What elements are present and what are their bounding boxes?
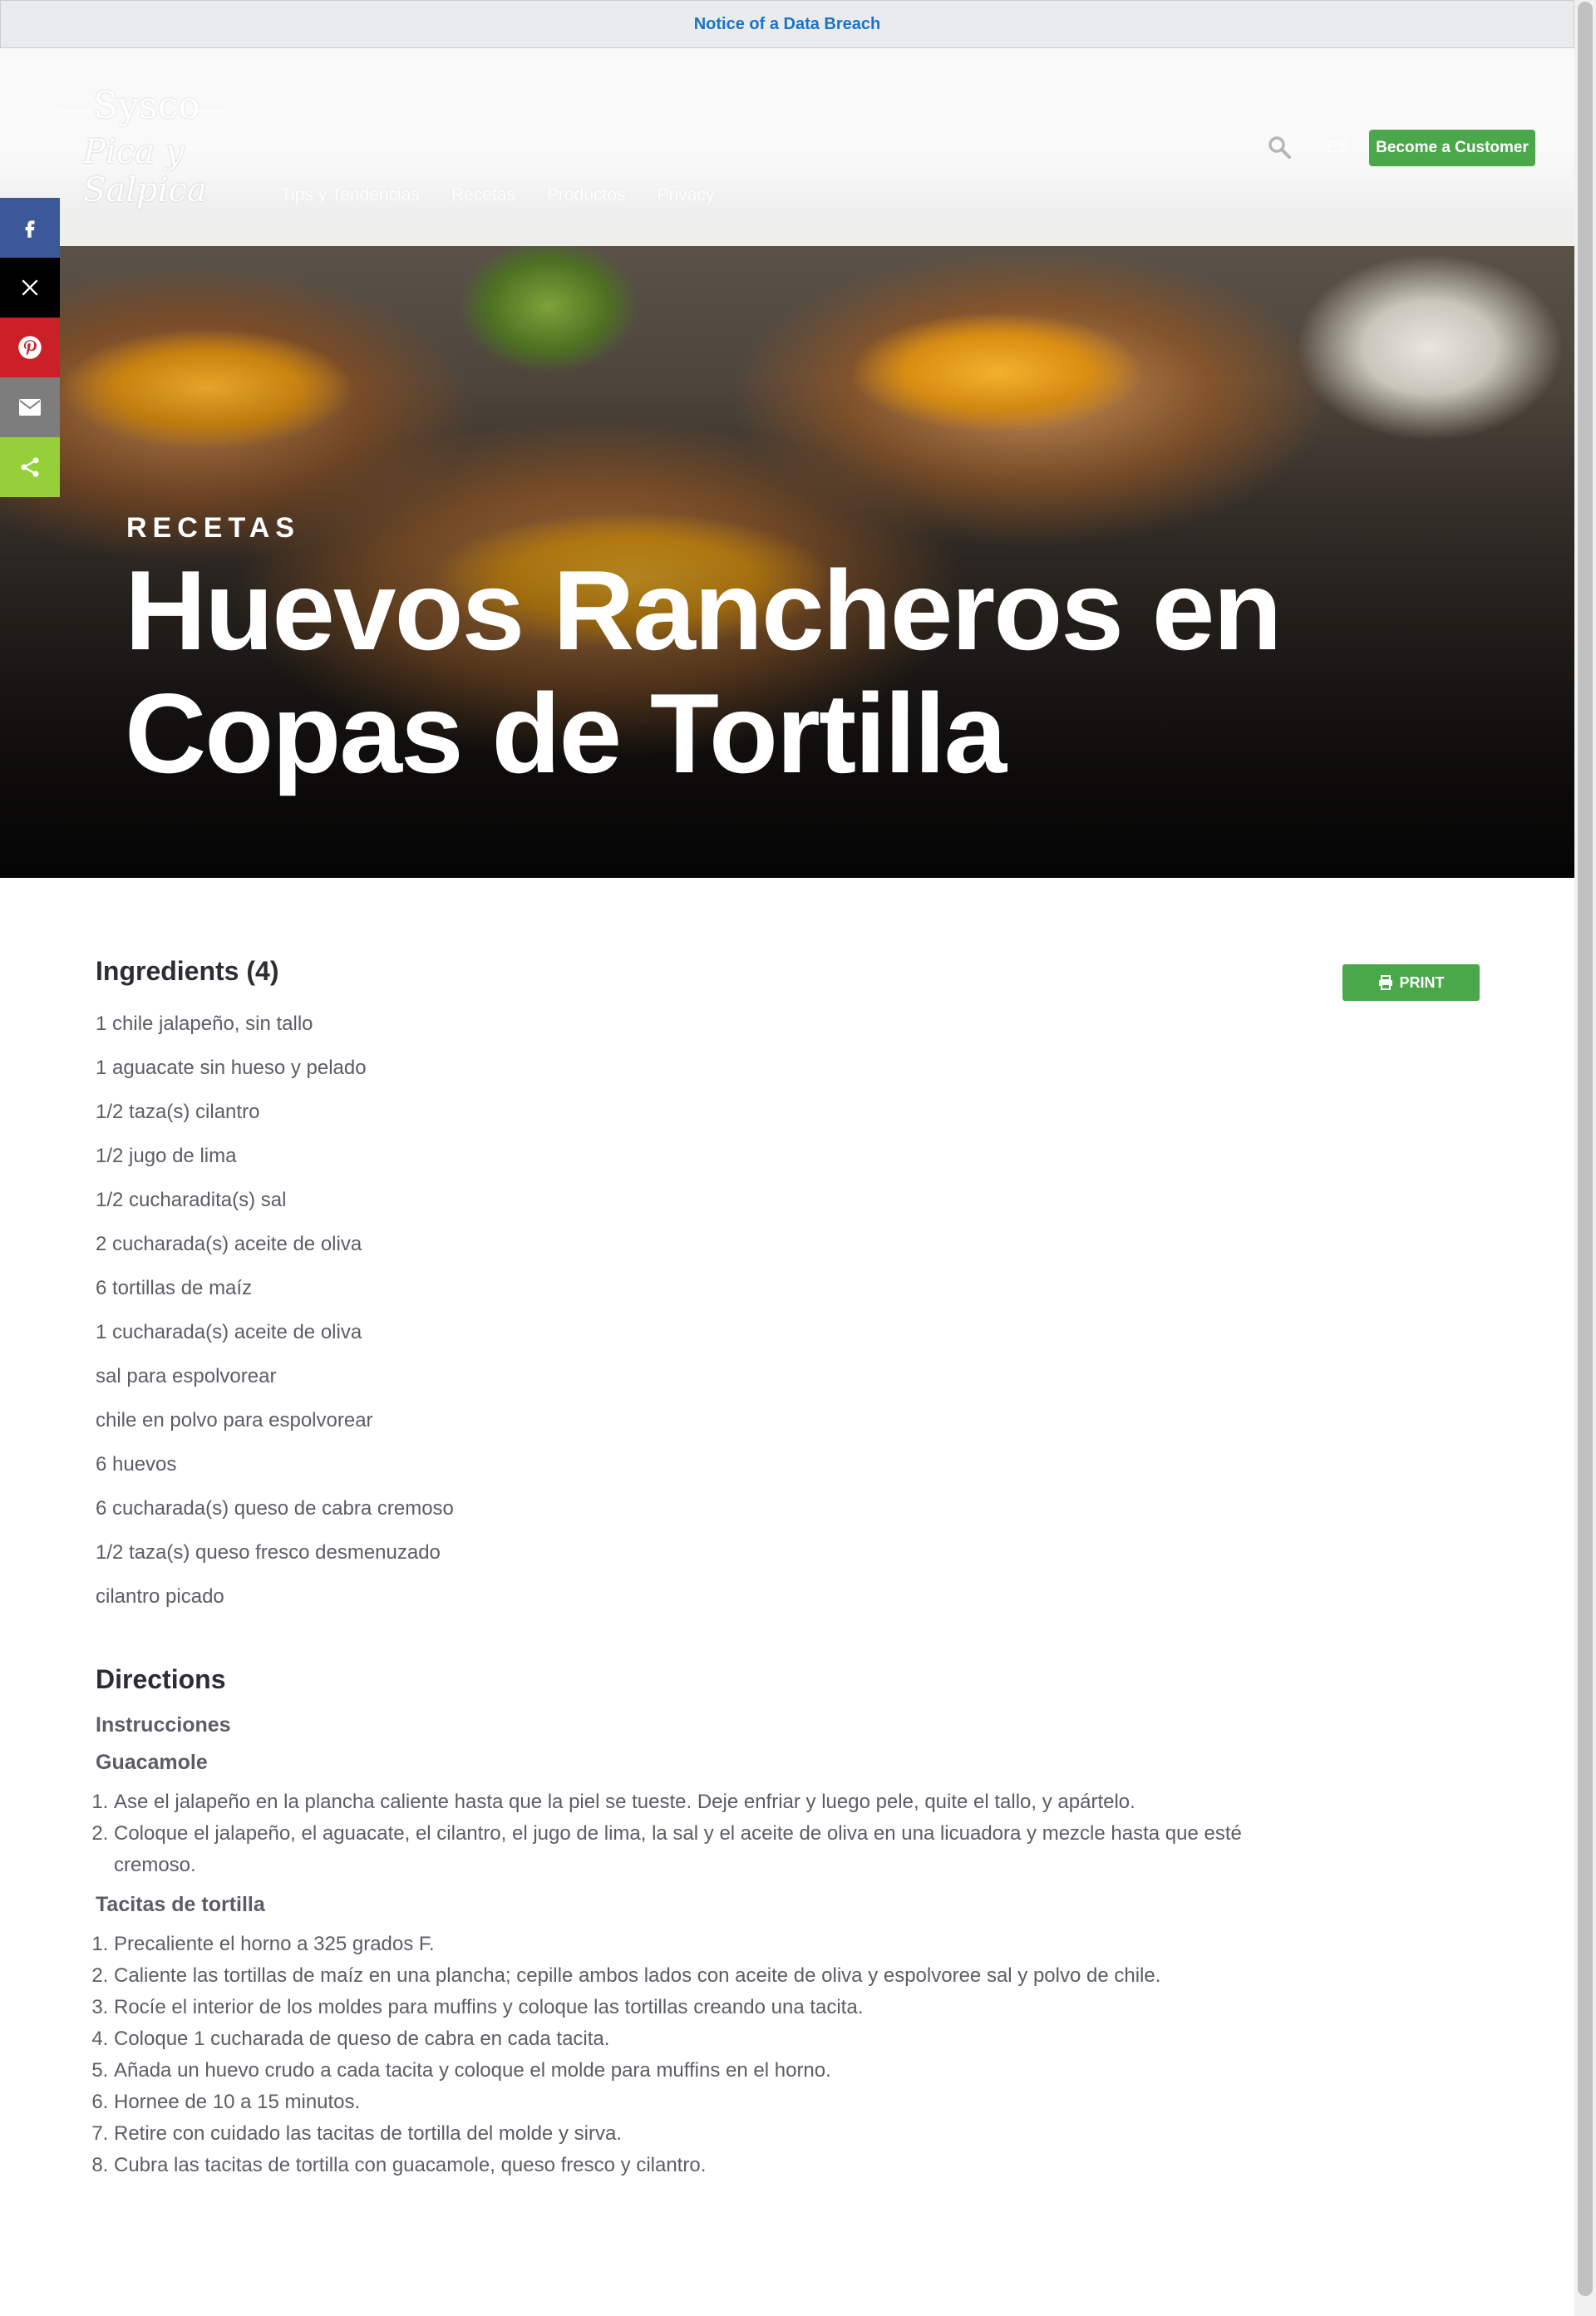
language-selector[interactable]: ES bbox=[1327, 138, 1349, 157]
ingredient-item: 6 huevos bbox=[96, 1453, 177, 1476]
direction-step: Caliente las tortillas de maíz en una pl… bbox=[114, 1960, 1276, 1992]
facebook-icon bbox=[25, 220, 35, 238]
nav-item-tips[interactable]: Tips y Tendencias bbox=[281, 185, 420, 205]
direction-step: Hornee de 10 a 15 minutos. bbox=[114, 2087, 1276, 2118]
guacamole-steps: Ase el jalapeño en la plancha caliente h… bbox=[96, 1786, 1276, 1881]
directions-heading: Directions bbox=[96, 1664, 226, 1694]
email-icon bbox=[19, 399, 41, 416]
data-breach-notice-link[interactable]: Notice of a Data Breach bbox=[694, 15, 881, 34]
page-scrollbar[interactable] bbox=[1574, 0, 1596, 2316]
logo-rule-left bbox=[58, 110, 91, 111]
pinterest-icon bbox=[18, 336, 42, 359]
direction-step: Cubra las tacitas de tortilla con guacam… bbox=[114, 2150, 1276, 2181]
hero-category: RECETAS bbox=[126, 512, 300, 544]
ingredient-item: 1/2 taza(s) cilantro bbox=[96, 1101, 260, 1123]
recipe-title: Huevos Rancheros en Copas de Tortilla bbox=[125, 547, 1282, 796]
ingredient-item: 2 cucharada(s) aceite de oliva bbox=[96, 1233, 362, 1255]
ingredient-item: sal para espolvorear bbox=[96, 1365, 277, 1387]
ingredient-item: 1 chile jalapeño, sin tallo bbox=[96, 1013, 313, 1035]
ingredient-item: 1 cucharada(s) aceite de oliva bbox=[96, 1321, 362, 1343]
x-share-button[interactable] bbox=[0, 258, 60, 318]
email-share-button[interactable] bbox=[0, 377, 60, 437]
ingredients-heading: Ingredients (4) bbox=[96, 956, 279, 986]
share-icon bbox=[21, 457, 39, 477]
direction-step: Precaliente el horno a 325 grados F. bbox=[114, 1929, 1276, 1960]
more-share-button[interactable] bbox=[0, 437, 60, 497]
ingredient-item: 1/2 jugo de lima bbox=[96, 1145, 237, 1167]
ingredient-item: 6 cucharada(s) queso de cabra cremoso bbox=[96, 1497, 454, 1520]
ingredient-item: cilantro picado bbox=[96, 1585, 224, 1608]
direction-step: Retire con cuidado las tacitas de tortil… bbox=[114, 2118, 1276, 2150]
social-share-bar bbox=[0, 198, 60, 497]
tacitas-steps: Precaliente el horno a 325 grados F. Cal… bbox=[96, 1929, 1276, 2181]
ingredient-item: chile en polvo para espolvorear bbox=[96, 1409, 373, 1431]
ingredient-item: 1/2 taza(s) queso fresco desmenuzado bbox=[96, 1541, 441, 1564]
pinterest-share-button[interactable] bbox=[0, 318, 60, 377]
nav-item-privacy[interactable]: Privacy bbox=[658, 185, 715, 205]
ingredient-item: 6 tortillas de maíz bbox=[96, 1277, 253, 1299]
direction-step: Rocíe el interior de los moldes para muf… bbox=[114, 1992, 1276, 2023]
direction-step: Añada un huevo crudo a cada tacita y col… bbox=[114, 2055, 1276, 2087]
facebook-share-button[interactable] bbox=[0, 198, 60, 258]
section-heading-tacitas: Tacitas de tortilla bbox=[96, 1893, 265, 1916]
direction-step: Coloque el jalapeño, el aguacate, el cil… bbox=[114, 1818, 1276, 1881]
ingredient-item: 1 aguacate sin hueso y pelado bbox=[96, 1057, 367, 1079]
directions-section: Directions Instrucciones Guacamole Ase e… bbox=[96, 1664, 1276, 2181]
search-icon[interactable] bbox=[1267, 135, 1292, 160]
logo-text-brand: Pica y Salpica bbox=[83, 133, 207, 209]
section-heading-guacamole: Guacamole bbox=[96, 1751, 208, 1774]
data-breach-notice-bar: Notice of a Data Breach bbox=[0, 0, 1574, 48]
main-nav: Tips y Tendencias Recetas Productos Priv… bbox=[281, 185, 714, 205]
x-icon bbox=[22, 279, 38, 296]
direction-step: Coloque 1 cucharada de queso de cabra en… bbox=[114, 2023, 1276, 2055]
logo-text-sysco: Sysco bbox=[93, 85, 200, 127]
ingredients-section: Ingredients (4) 1 chile jalapeño, sin ta… bbox=[96, 956, 1509, 1619]
become-customer-button[interactable]: Become a Customer bbox=[1369, 130, 1535, 166]
logo-rule-right bbox=[191, 110, 224, 111]
direction-step: Ase el jalapeño en la plancha caliente h… bbox=[114, 1786, 1276, 1818]
directions-intro: Instrucciones bbox=[96, 1713, 231, 1737]
ingredient-item: 1/2 cucharadita(s) sal bbox=[96, 1189, 287, 1211]
ingredients-list: 1 chile jalapeño, sin tallo 1 aguacate s… bbox=[96, 1002, 1509, 1619]
scrollbar-thumb[interactable] bbox=[1578, 2, 1593, 2296]
site-logo[interactable]: Sysco Pica y Salpica bbox=[50, 85, 241, 209]
nav-item-productos[interactable]: Productos bbox=[547, 185, 626, 205]
nav-item-recetas[interactable]: Recetas bbox=[451, 185, 515, 205]
